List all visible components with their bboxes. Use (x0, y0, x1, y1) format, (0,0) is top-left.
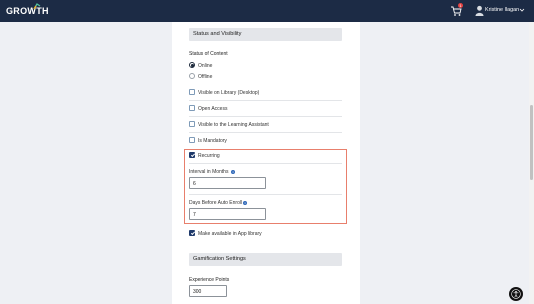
checkbox-visible-library-label: Visible on Library (Desktop) (198, 90, 260, 96)
checkbox-visible-library[interactable] (189, 89, 195, 95)
checkbox-is-mandatory-label: Is Mandatory (198, 138, 227, 144)
interval-months-value: 6 (193, 181, 196, 187)
logo-text: GROWTH (6, 6, 49, 16)
top-navigation-bar: GROWTH 1 Kristine Ilagan (0, 0, 534, 22)
days-before-enroll-label: Days Before Auto Enroll (189, 200, 243, 206)
user-avatar-icon[interactable] (475, 5, 484, 16)
chevron-down-icon[interactable] (519, 7, 525, 13)
status-visibility-header: Status and Visibility (189, 28, 342, 41)
info-icon[interactable]: i (243, 201, 247, 205)
scrollbar-thumb[interactable] (530, 105, 533, 180)
logo-flag-icon (33, 3, 41, 10)
days-before-enroll-value: 7 (193, 212, 196, 218)
interval-months-input[interactable]: 6 (189, 177, 266, 189)
divider (189, 132, 342, 133)
cart-badge: 1 (458, 3, 463, 8)
radio-online[interactable] (189, 62, 195, 68)
interval-months-label: Interval in Months (189, 169, 229, 175)
checkbox-app-library[interactable] (189, 230, 195, 236)
checkbox-learning-assistant[interactable] (189, 121, 195, 127)
divider (189, 163, 342, 164)
checkbox-app-library-label: Make available in App library (198, 231, 262, 237)
experience-points-input[interactable]: 300 (189, 285, 227, 297)
section-title: Status and Visibility (193, 31, 242, 37)
user-name[interactable]: Kristine Ilagan (485, 7, 519, 13)
section-title: Gamification Settings (193, 256, 246, 262)
radio-online-label: Online (198, 63, 213, 69)
divider (189, 100, 342, 101)
divider (189, 116, 342, 117)
checkbox-learning-assistant-label: Visible to the Learning Assistant (198, 122, 269, 128)
checkbox-open-access[interactable] (189, 105, 195, 111)
checkbox-is-mandatory[interactable] (189, 137, 195, 143)
accessibility-button[interactable] (509, 287, 523, 301)
gamification-header: Gamification Settings (189, 253, 342, 266)
growth-logo[interactable]: GROWTH (6, 3, 49, 18)
experience-points-label: Experience Points (189, 277, 230, 283)
experience-points-value: 300 (193, 289, 202, 295)
checkbox-recurring-label: Recurring (198, 153, 220, 159)
status-of-content-label: Status of Content (189, 51, 228, 57)
info-icon[interactable]: i (231, 170, 235, 174)
checkbox-open-access-label: Open Access (198, 106, 228, 112)
radio-offline-label: Offline (198, 74, 213, 80)
days-before-enroll-input[interactable]: 7 (189, 208, 266, 220)
divider (189, 194, 342, 195)
checkbox-recurring[interactable] (189, 152, 195, 158)
radio-offline[interactable] (189, 73, 195, 79)
accessibility-icon (511, 289, 521, 299)
